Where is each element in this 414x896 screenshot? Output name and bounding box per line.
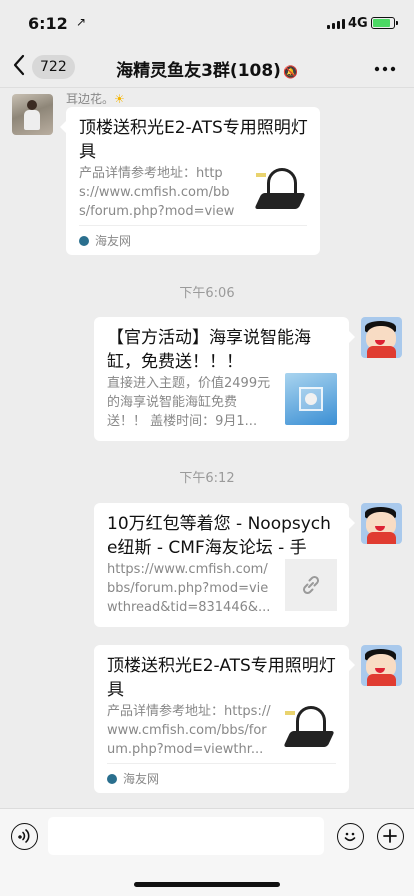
my-avatar[interactable] xyxy=(361,645,402,686)
my-avatar[interactable] xyxy=(361,503,402,544)
status-time: 6:12 xyxy=(28,14,68,33)
lamp-thumbnail xyxy=(283,701,337,753)
source-name: 海友网 xyxy=(95,234,132,248)
sender-name-text: 耳边花。 xyxy=(66,92,115,106)
more-options-icon[interactable] xyxy=(374,56,396,77)
mute-icon: 🔕 xyxy=(282,65,298,79)
voice-icon[interactable] xyxy=(11,823,38,850)
card-title: 顶楼送积光E2-ATS专用照明灯具 xyxy=(107,656,336,700)
card-title: 顶楼送积光E2-ATS专用照明灯具 xyxy=(79,118,308,162)
source-icon xyxy=(107,774,117,784)
lamp-thumbnail xyxy=(254,163,308,215)
chat-title: 海精灵鱼友3群(108) xyxy=(116,61,281,81)
source-icon xyxy=(79,236,89,246)
my-avatar[interactable] xyxy=(361,317,402,358)
link-icon xyxy=(302,575,320,595)
message-input[interactable] xyxy=(48,817,324,855)
location-arrow-icon: ↗ xyxy=(76,15,87,29)
sender-avatar[interactable] xyxy=(12,94,53,135)
link-card-message[interactable]: 【官方活动】海享说智能海缸，免费送！！！ 直接进入主题，价值2499元的海享说智… xyxy=(94,317,355,441)
card-description: 产品详情参考地址：https://www.cmfish.com/bbs/foru… xyxy=(107,704,271,757)
status-bar: 6:12 ↗ 4G xyxy=(0,0,414,46)
signal-icon xyxy=(327,19,345,29)
source-name: 海友网 xyxy=(123,772,160,786)
card-title: 【官方活动】海享说智能海缸，免费送！！！ xyxy=(107,328,311,372)
card-description: https://www.cmfish.com/bbs/forum.php?mod… xyxy=(107,562,271,615)
plus-icon[interactable] xyxy=(377,823,404,850)
card-source: 海友网 xyxy=(107,763,336,793)
network-type: 4G xyxy=(348,16,368,31)
message-timestamp: 下午6:06 xyxy=(179,286,235,301)
card-title: 10万红包等着您 - Noopsyche纽斯 - CMF海友论坛 - 手机... xyxy=(107,514,331,558)
sender-name: 耳边花。☀ xyxy=(66,90,125,107)
card-source: 海友网 xyxy=(79,225,307,255)
sun-icon: ☀ xyxy=(114,92,125,106)
aquarium-thumbnail xyxy=(285,373,337,425)
home-indicator[interactable] xyxy=(134,882,280,887)
card-description: 产品详情参考地址：https://www.cmfish.com/bbs/foru… xyxy=(79,166,235,219)
message-timestamp: 下午6:12 xyxy=(179,471,235,486)
chat-title-wrap[interactable]: 海精灵鱼友3群(108) 🔕 xyxy=(0,56,414,81)
card-description: 直接进入主题，价值2499元的海享说智能海缸免费送！！ 盖楼时间：9月1... xyxy=(107,376,271,429)
battery-icon xyxy=(371,17,398,29)
link-card-message[interactable]: 顶楼送积光E2-ATS专用照明灯具 产品详情参考地址：https://www.c… xyxy=(60,107,320,255)
link-thumbnail xyxy=(285,559,337,611)
chat-header: 722 海精灵鱼友3群(108) 🔕 xyxy=(0,46,414,88)
link-card-message[interactable]: 顶楼送积光E2-ATS专用照明灯具 产品详情参考地址：https://www.c… xyxy=(94,645,355,793)
emoji-icon[interactable] xyxy=(337,823,364,850)
link-card-message[interactable]: 10万红包等着您 - Noopsyche纽斯 - CMF海友论坛 - 手机...… xyxy=(94,503,355,627)
